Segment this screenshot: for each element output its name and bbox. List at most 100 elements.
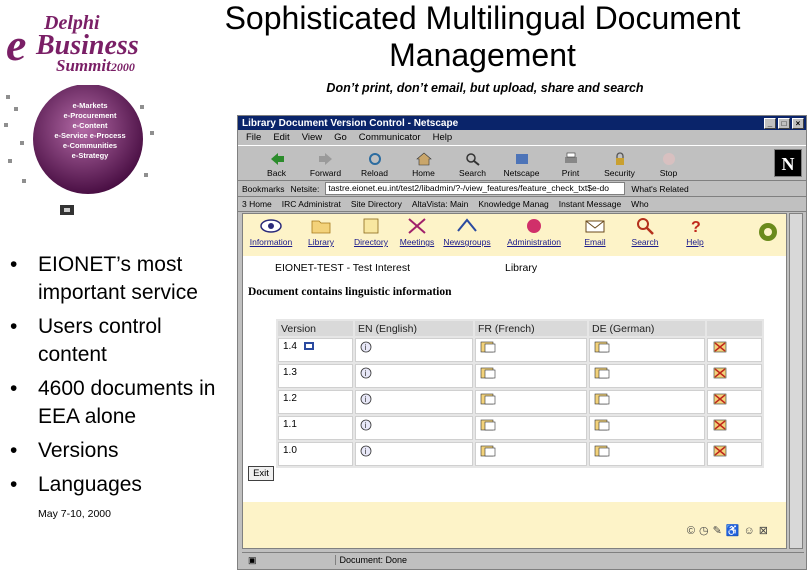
security-button[interactable]: Security: [595, 152, 644, 180]
document-icon[interactable]: [480, 445, 496, 457]
nav-library[interactable]: Library: [293, 216, 349, 247]
fr-cell[interactable]: [475, 442, 587, 466]
document-icon[interactable]: [594, 419, 610, 431]
home-button[interactable]: Home: [399, 152, 448, 180]
vertical-scrollbar[interactable]: [789, 213, 803, 549]
fr-cell[interactable]: [475, 390, 587, 414]
delete-document-icon[interactable]: [712, 367, 728, 379]
fr-cell[interactable]: [475, 338, 587, 362]
link-item[interactable]: Instant Message: [559, 199, 621, 209]
browser-window: Library Document Version Control - Netsc…: [237, 115, 807, 570]
document-icon[interactable]: [480, 393, 496, 405]
netscape-button[interactable]: Netscape: [497, 152, 546, 180]
link-item[interactable]: AltaVista: Main: [412, 199, 469, 209]
nav-information[interactable]: Information: [243, 216, 299, 247]
breadcrumb-library: Library: [505, 262, 538, 274]
delete-document-icon[interactable]: [712, 445, 728, 457]
en-cell[interactable]: i: [355, 442, 473, 466]
de-cell[interactable]: [589, 442, 705, 466]
document-icon[interactable]: [480, 367, 496, 379]
menu-go[interactable]: Go: [334, 132, 347, 143]
col-english: EN (English): [355, 321, 473, 336]
link-item[interactable]: 3 Home: [242, 199, 272, 209]
link-item[interactable]: Knowledge Manag: [478, 199, 548, 209]
link-item[interactable]: Site Directory: [351, 199, 402, 209]
nav-help[interactable]: ? Help: [667, 216, 723, 247]
document-icon[interactable]: [594, 341, 610, 353]
nav-meetings[interactable]: Meetings: [389, 216, 445, 247]
en-cell[interactable]: i: [355, 416, 473, 440]
svg-text:i: i: [365, 395, 367, 404]
slide-title: Sophisticated Multilingual Document Mana…: [224, 0, 741, 73]
link-item[interactable]: IRC Administrat: [282, 199, 341, 209]
print-button[interactable]: Print: [546, 152, 595, 180]
menu-edit[interactable]: Edit: [273, 132, 289, 143]
delete-document-icon[interactable]: [712, 393, 728, 405]
link-item[interactable]: Who: [631, 199, 648, 209]
globe-label: e-Communities: [62, 141, 118, 150]
action-cell[interactable]: [707, 416, 762, 440]
info-icon[interactable]: i: [360, 445, 372, 457]
en-cell[interactable]: i: [355, 364, 473, 388]
info-icon[interactable]: i: [360, 367, 372, 379]
info-icon[interactable]: i: [360, 419, 372, 431]
copyright-icon: ©: [686, 525, 700, 537]
version-cell: 1.4: [278, 338, 353, 362]
globe-label: e-Procurement: [63, 111, 117, 120]
fr-cell[interactable]: [475, 416, 587, 440]
nav-administration[interactable]: Administration: [499, 216, 569, 247]
stop-button[interactable]: Stop: [644, 152, 693, 180]
netscape-logo: N: [774, 149, 802, 177]
menu-help[interactable]: Help: [433, 132, 453, 143]
de-cell[interactable]: [589, 390, 705, 414]
action-cell[interactable]: [707, 338, 762, 362]
forward-button[interactable]: Forward: [301, 152, 350, 180]
nav-search[interactable]: Search: [617, 216, 673, 247]
document-icon[interactable]: [594, 445, 610, 457]
nav-newsgroups[interactable]: Newsgroups: [439, 216, 495, 247]
menu-view[interactable]: View: [302, 132, 322, 143]
forward-arrow-icon: [318, 153, 332, 165]
bookmarks-button[interactable]: Bookmarks: [242, 184, 285, 194]
version-number: 1.2: [283, 393, 297, 404]
close-button[interactable]: ×: [792, 117, 804, 129]
location-input[interactable]: tastre.eionet.eu.int/test2/libadmin/?-/v…: [325, 182, 626, 195]
de-cell[interactable]: [589, 364, 705, 388]
bullet-item: Versions: [10, 437, 235, 465]
globe-label: e-Markets: [72, 101, 108, 110]
action-cell[interactable]: [707, 364, 762, 388]
delete-document-icon[interactable]: [712, 419, 728, 431]
page-content: Information Library Directory Meetings N…: [242, 213, 787, 549]
eye-icon: [260, 219, 282, 233]
svg-text:i: i: [365, 447, 367, 456]
newsgroups-icon: [457, 218, 477, 232]
whats-related-button[interactable]: What's Related: [631, 184, 688, 194]
maximize-button[interactable]: □: [778, 117, 790, 129]
action-cell[interactable]: [707, 390, 762, 414]
document-icon[interactable]: [594, 367, 610, 379]
menu-file[interactable]: File: [246, 132, 261, 143]
document-icon[interactable]: [594, 393, 610, 405]
de-cell[interactable]: [589, 338, 705, 362]
document-icon[interactable]: [480, 419, 496, 431]
email-icon: [585, 220, 605, 233]
back-button[interactable]: Back: [252, 152, 301, 180]
en-cell[interactable]: i: [355, 390, 473, 414]
exit-button[interactable]: Exit: [248, 466, 274, 481]
en-cell[interactable]: i: [355, 338, 473, 362]
minimize-button[interactable]: _: [764, 117, 776, 129]
version-number: 1.3: [283, 367, 297, 378]
document-icon[interactable]: [480, 341, 496, 353]
action-cell[interactable]: [707, 442, 762, 466]
table-row: 1.3 i: [278, 364, 762, 388]
info-icon[interactable]: i: [360, 393, 372, 405]
search-button[interactable]: Search: [448, 152, 497, 180]
back-arrow-icon: [270, 153, 284, 165]
delete-document-icon[interactable]: [712, 341, 728, 353]
reload-button[interactable]: Reload: [350, 152, 399, 180]
de-cell[interactable]: [589, 416, 705, 440]
fr-cell[interactable]: [475, 364, 587, 388]
info-icon[interactable]: i: [360, 341, 372, 353]
menu-communicator[interactable]: Communicator: [359, 132, 421, 143]
nav-email[interactable]: Email: [567, 216, 623, 247]
